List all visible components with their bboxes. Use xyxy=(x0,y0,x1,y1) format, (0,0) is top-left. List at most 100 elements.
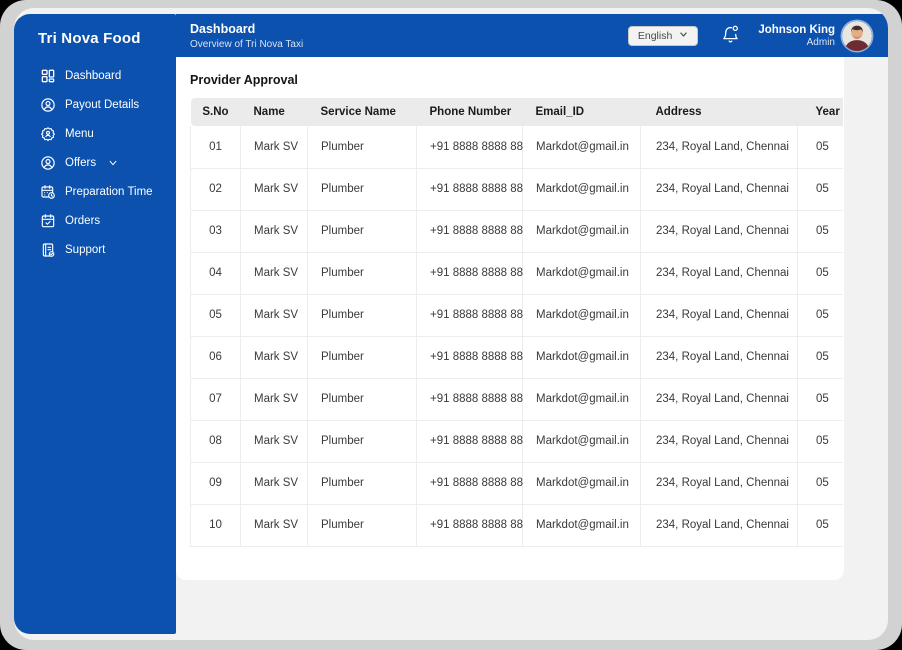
table-cell: +91 8888 8888 88 xyxy=(416,293,523,337)
table-cell: 234, Royal Land, Chennai xyxy=(640,251,798,295)
table-cell: Plumber xyxy=(307,293,417,337)
table-cell: 05 xyxy=(797,251,843,295)
table-cell: 234, Royal Land, Chennai xyxy=(640,209,798,253)
table-cell: +91 8888 8888 88 xyxy=(416,377,523,421)
table-cell: Markdot@gmail.in xyxy=(522,419,641,463)
table-cell: 07 xyxy=(190,377,241,421)
sidebar-item-label: Orders xyxy=(65,214,101,227)
table-cell: Plumber xyxy=(307,126,417,169)
sidebar-item-orders[interactable]: Orders xyxy=(14,206,176,235)
chevron-down-icon xyxy=(105,158,118,168)
table-cell: 05 xyxy=(797,167,843,211)
window-frame: Dashboard Overview of Tri Nova Taxi Engl… xyxy=(0,0,902,650)
table-row[interactable]: 02 Mark SV Plumber +91 8888 8888 88 Markdot@… xyxy=(190,167,843,211)
table-cell: 05 xyxy=(797,377,843,421)
table-cell: 03 xyxy=(190,209,241,253)
table-cell: +91 8888 8888 88 xyxy=(416,209,523,253)
sidebar-item-payout-details[interactable]: Payout Details xyxy=(14,90,176,119)
preparation-time-icon xyxy=(40,184,56,200)
table-cell: +91 8888 8888 88 xyxy=(416,461,523,505)
table-cell: Mark SV xyxy=(240,251,308,295)
table-cell: 02 xyxy=(190,167,241,211)
table-row[interactable]: 10 Mark SV Plumber +91 8888 8888 88 Markdot@… xyxy=(190,503,843,547)
sidebar-item-preparation-time[interactable]: Preparation Time xyxy=(14,177,176,206)
table-cell: 234, Royal Land, Chennai xyxy=(640,377,798,421)
table-header-cell: S.No xyxy=(190,98,241,126)
language-selector-value: English xyxy=(637,29,673,42)
sidebar-item-label: Offers xyxy=(65,156,97,169)
table-cell: 04 xyxy=(190,251,241,295)
table-cell: +91 8888 8888 88 xyxy=(416,126,523,169)
sidebar: Tri Nova Food Dashboard Payout Details Men… xyxy=(14,14,176,634)
offers-icon xyxy=(40,155,56,171)
table-row[interactable]: 04 Mark SV Plumber +91 8888 8888 88 Markdot@… xyxy=(190,251,843,295)
table-cell: 234, Royal Land, Chennai xyxy=(640,461,798,505)
page-header-titles: Dashboard Overview of Tri Nova Taxi xyxy=(190,22,303,50)
sidebar-item-label: Payout Details xyxy=(65,98,140,111)
section-title: Provider Approval xyxy=(190,73,298,87)
table-cell: 05 xyxy=(190,293,241,337)
notification-bell-button[interactable] xyxy=(721,24,740,48)
user-name: Johnson King xyxy=(758,23,835,36)
table-row[interactable]: 06 Mark SV Plumber +91 8888 8888 88 Markdot@… xyxy=(190,335,843,379)
table-cell: Mark SV xyxy=(240,377,308,421)
sidebar-item-offers[interactable]: Offers xyxy=(14,148,176,177)
table-cell: Markdot@gmail.in xyxy=(522,251,641,295)
table-row[interactable]: 03 Mark SV Plumber +91 8888 8888 88 Markdot@… xyxy=(190,209,843,253)
table-header-cell: Service Name xyxy=(307,98,417,126)
sidebar-item-dashboard[interactable]: Dashboard xyxy=(14,61,176,90)
table-cell: Mark SV xyxy=(240,126,308,169)
table-cell: +91 8888 8888 88 xyxy=(416,503,523,547)
table-cell: 234, Royal Land, Chennai xyxy=(640,503,798,547)
sidebar-item-menu[interactable]: Menu xyxy=(14,119,176,148)
table-cell: Plumber xyxy=(307,503,417,547)
user-info: Johnson King Admin xyxy=(758,24,835,48)
page-subtitle: Overview of Tri Nova Taxi xyxy=(190,38,304,50)
table-cell: 05 xyxy=(797,209,843,253)
table-cell: Mark SV xyxy=(240,503,308,547)
table-header-cell: Phone Number xyxy=(416,98,523,126)
table-cell: 05 xyxy=(797,293,843,337)
provider-approval-table-wrap: S.No Name Service Name Phone Number Email_ID… xyxy=(190,98,843,547)
table-header-cell: Year of Experience xyxy=(797,98,843,126)
table-cell: 08 xyxy=(190,419,241,463)
table-row[interactable]: 07 Mark SV Plumber +91 8888 8888 88 Markdot@… xyxy=(190,377,843,421)
table-row[interactable]: 09 Mark SV Plumber +91 8888 8888 88 Markdot@… xyxy=(190,461,843,505)
table-cell: Markdot@gmail.in xyxy=(522,461,641,505)
table-row[interactable]: 08 Mark SV Plumber +91 8888 8888 88 Markdot@… xyxy=(190,419,843,463)
table-row[interactable]: 05 Mark SV Plumber +91 8888 8888 88 Markdot@… xyxy=(190,293,843,337)
content-card: Provider Approval S.No Name Service Name Ph… xyxy=(176,57,844,580)
sidebar-item-support[interactable]: Support xyxy=(14,235,176,264)
bell-icon xyxy=(721,24,740,48)
avatar[interactable] xyxy=(842,20,872,51)
payout-details-icon xyxy=(40,97,56,113)
chevron-down-icon xyxy=(679,30,688,42)
table-cell: 10 xyxy=(190,503,241,547)
table-cell: 05 xyxy=(797,503,843,547)
table-cell: Plumber xyxy=(307,251,417,295)
table-cell: 234, Royal Land, Chennai xyxy=(640,335,798,379)
table-cell: 01 xyxy=(190,126,241,169)
table-cell: +91 8888 8888 88 xyxy=(416,251,523,295)
table-cell: 09 xyxy=(190,461,241,505)
support-icon xyxy=(40,242,56,258)
table-cell: Mark SV xyxy=(240,209,308,253)
table-cell: Mark SV xyxy=(240,419,308,463)
page-title: Dashboard xyxy=(190,21,256,36)
table-cell: Markdot@gmail.in xyxy=(522,126,641,169)
sidebar-item-label: Dashboard xyxy=(65,69,122,82)
table-cell: 234, Royal Land, Chennai xyxy=(640,167,798,211)
table-header-cell: Name xyxy=(240,98,308,126)
table-cell: Markdot@gmail.in xyxy=(522,209,641,253)
table-cell: 234, Royal Land, Chennai xyxy=(640,293,798,337)
table-cell: Mark SV xyxy=(240,167,308,211)
table-cell: Plumber xyxy=(307,209,417,253)
table-cell: +91 8888 8888 88 xyxy=(416,419,523,463)
table-cell: Plumber xyxy=(307,461,417,505)
language-selector[interactable]: English xyxy=(627,25,699,46)
table-row[interactable]: 01 Mark SV Plumber +91 8888 8888 88 Markdot@… xyxy=(190,126,843,169)
sidebar-item-label: Menu xyxy=(65,127,94,140)
provider-approval-table: S.No Name Service Name Phone Number Email_ID… xyxy=(190,98,843,547)
top-header: Dashboard Overview of Tri Nova Taxi Engl… xyxy=(176,14,888,57)
table-body: 01 Mark SV Plumber +91 8888 8888 88 Markdot@… xyxy=(190,126,843,547)
